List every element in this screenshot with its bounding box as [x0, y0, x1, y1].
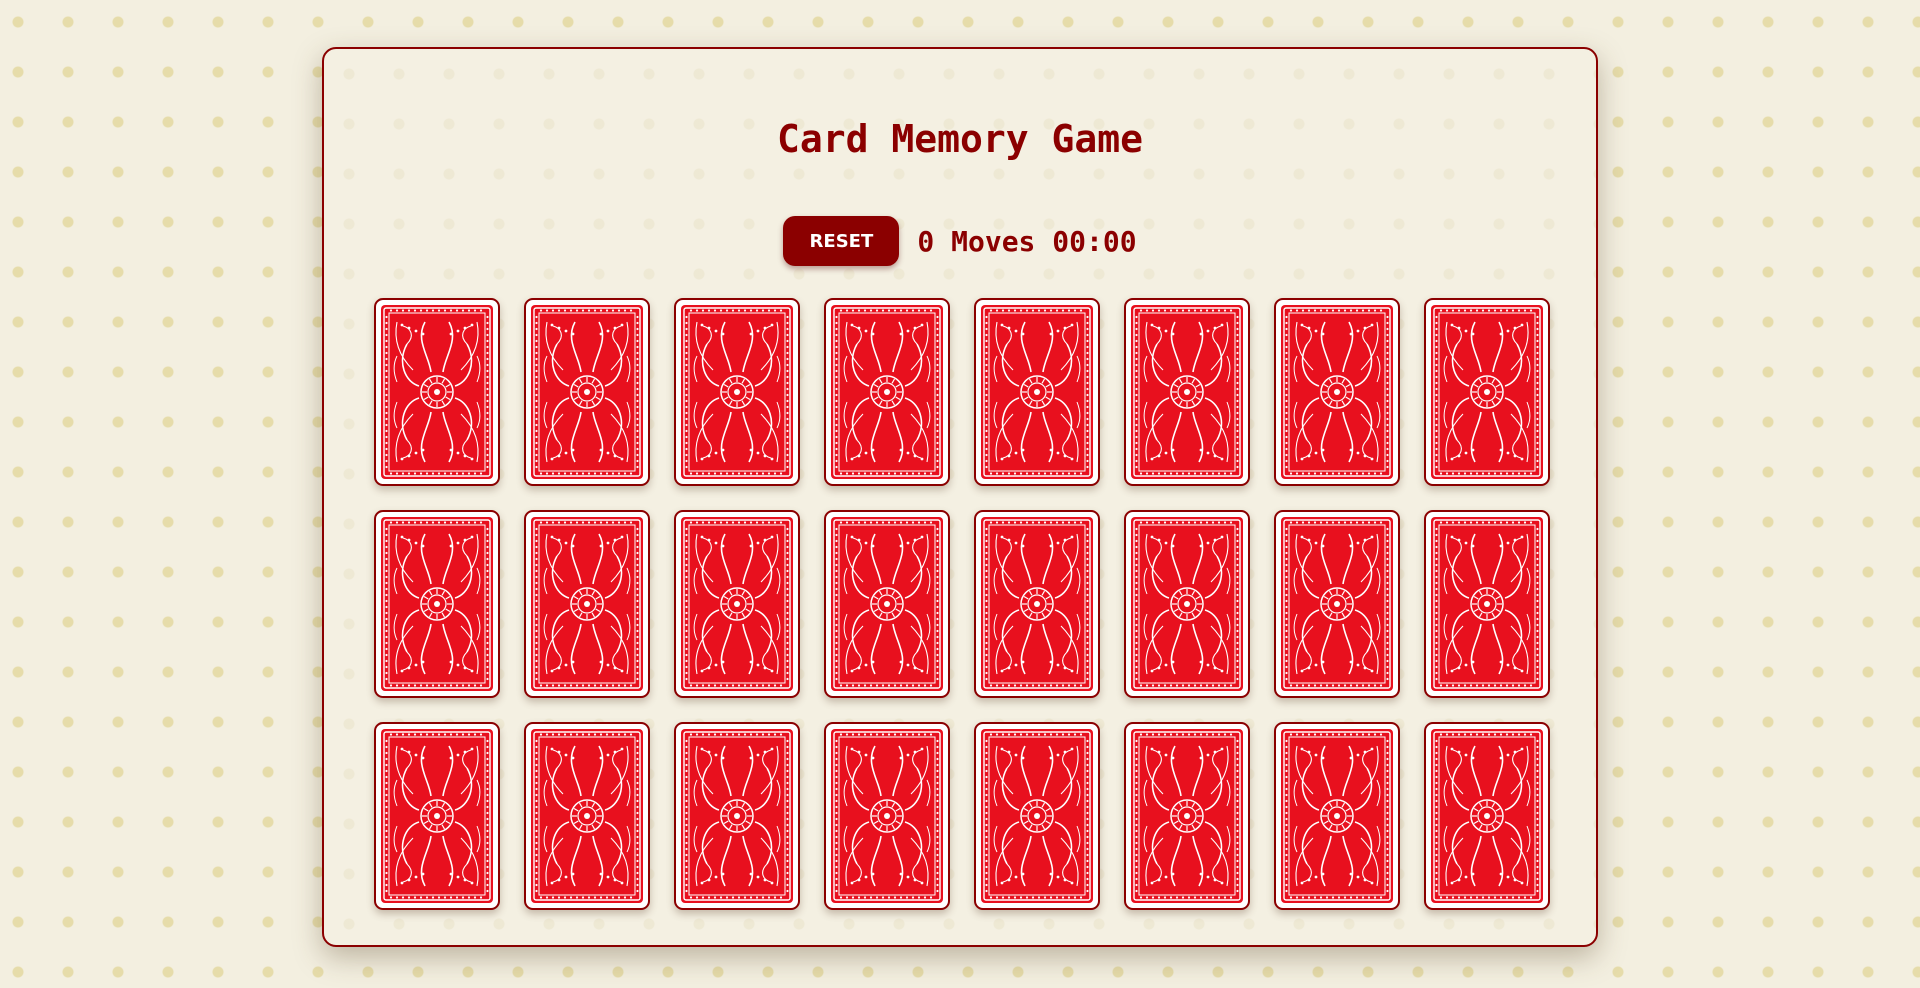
card-face-down[interactable] — [1124, 722, 1250, 910]
card-face-down[interactable] — [824, 298, 950, 486]
card-face-down[interactable] — [974, 510, 1100, 698]
controls-bar: RESET 0 Moves 00:00 — [324, 216, 1596, 266]
timer: 00:00 — [1052, 224, 1137, 258]
card-back-pattern — [1131, 517, 1243, 691]
card-back-pattern — [381, 517, 493, 691]
card-face-down[interactable] — [1274, 722, 1400, 910]
game-title: Card Memory Game — [776, 117, 1144, 161]
card-back-pattern — [381, 305, 493, 479]
card-face-down[interactable] — [524, 510, 650, 698]
card-back-pattern — [1431, 729, 1543, 903]
card-back-pattern — [681, 305, 793, 479]
card-back-pattern — [1281, 305, 1393, 479]
card-back-pattern — [831, 305, 943, 479]
card-face-down[interactable] — [1274, 298, 1400, 486]
card-face-down[interactable] — [374, 298, 500, 486]
card-face-down[interactable] — [374, 510, 500, 698]
card-back-pattern — [831, 729, 943, 903]
card-face-down[interactable] — [1424, 722, 1550, 910]
card-face-down[interactable] — [1124, 298, 1250, 486]
card-face-down[interactable] — [974, 722, 1100, 910]
card-back-pattern — [1281, 729, 1393, 903]
card-face-down[interactable] — [824, 510, 950, 698]
card-grid — [374, 298, 1550, 910]
reset-button[interactable]: RESET — [783, 216, 900, 266]
card-back-pattern — [681, 517, 793, 691]
card-back-pattern — [1281, 517, 1393, 691]
card-back-pattern — [531, 517, 643, 691]
card-back-pattern — [381, 729, 493, 903]
card-back-pattern — [981, 305, 1093, 479]
card-back-pattern — [531, 305, 643, 479]
card-face-down[interactable] — [374, 722, 500, 910]
card-face-down[interactable] — [1424, 510, 1550, 698]
card-face-down[interactable] — [674, 722, 800, 910]
card-back-pattern — [981, 729, 1093, 903]
card-face-down[interactable] — [1424, 298, 1550, 486]
card-back-pattern — [1431, 517, 1543, 691]
card-face-down[interactable] — [974, 298, 1100, 486]
card-back-pattern — [831, 517, 943, 691]
card-back-pattern — [981, 517, 1093, 691]
card-face-down[interactable] — [1124, 510, 1250, 698]
card-back-pattern — [531, 729, 643, 903]
card-face-down[interactable] — [524, 298, 650, 486]
card-back-pattern — [1131, 729, 1243, 903]
card-face-down[interactable] — [824, 722, 950, 910]
card-back-pattern — [681, 729, 793, 903]
game-board: Card Memory Game RESET 0 Moves 00:00 — [322, 47, 1598, 947]
card-face-down[interactable] — [1274, 510, 1400, 698]
card-face-down[interactable] — [524, 722, 650, 910]
stats: 0 Moves 00:00 — [917, 225, 1136, 258]
card-face-down[interactable] — [674, 510, 800, 698]
card-back-pattern — [1431, 305, 1543, 479]
card-back-pattern — [1131, 305, 1243, 479]
moves-label: Moves — [951, 224, 1036, 258]
moves-count: 0 — [917, 224, 935, 258]
card-face-down[interactable] — [674, 298, 800, 486]
